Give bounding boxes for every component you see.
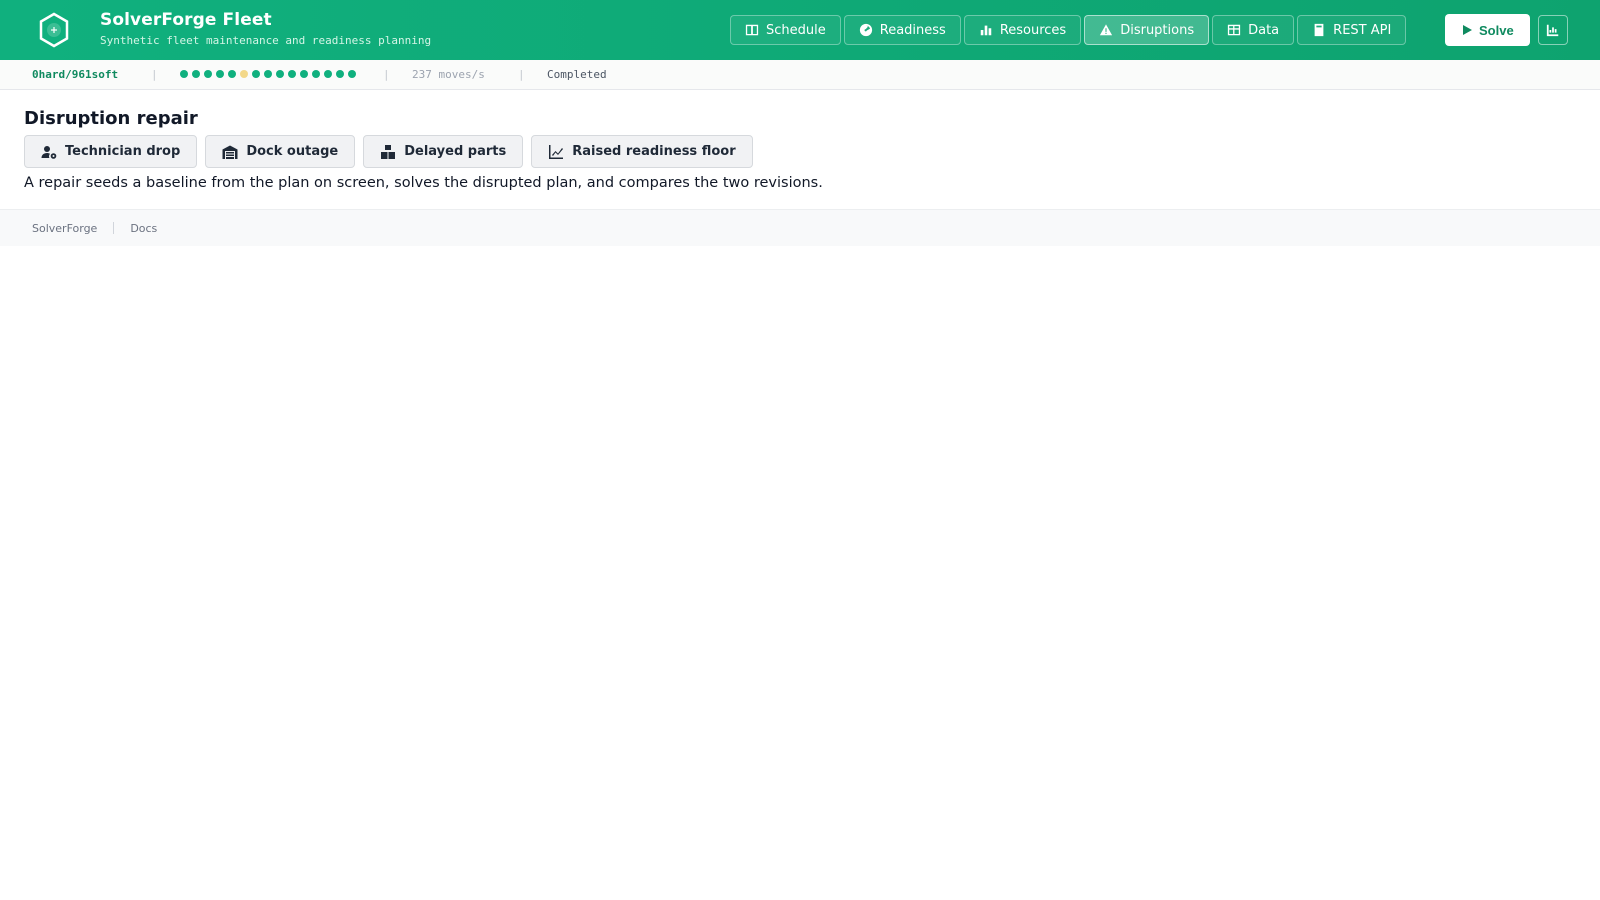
tab-disruptions[interactable]: Disruptions [1084, 15, 1210, 45]
app-title: SolverForge Fleet [100, 10, 272, 30]
progress-dot [312, 70, 320, 78]
hexagon-plus-icon [39, 12, 69, 48]
page-title: Disruption repair [24, 108, 198, 129]
app-footer: SolverForge Docs [0, 210, 1600, 246]
tab-label: Disruptions [1120, 22, 1195, 38]
chart-icon [1546, 24, 1559, 37]
progress-dot [348, 70, 356, 78]
tab-resources[interactable]: Resources [963, 15, 1082, 45]
solve-button[interactable]: Solve [1445, 14, 1530, 46]
tab-readiness[interactable]: Readiness [843, 15, 961, 45]
tab-label: Schedule [766, 22, 826, 38]
progress-dot [324, 70, 332, 78]
tab-label: REST API [1333, 22, 1392, 38]
main-nav: Schedule Readiness Resources Disruptions… [730, 15, 1407, 45]
action-label: Dock outage [246, 144, 339, 159]
status-divider: | [151, 68, 158, 81]
table-columns-icon [745, 24, 759, 36]
disruption-panel: Disruption repair Technician drop Dock o… [0, 90, 1600, 210]
tab-rest-api[interactable]: REST API [1297, 15, 1407, 45]
footer-link-docs[interactable]: Docs [130, 222, 157, 235]
table-icon [1227, 24, 1241, 36]
gauge-icon [859, 23, 872, 37]
app-subtitle: Synthetic fleet maintenance and readines… [100, 34, 432, 47]
warehouse-icon [222, 145, 238, 159]
book-icon [1314, 23, 1324, 37]
progress-dot [252, 70, 260, 78]
status-divider: | [383, 68, 390, 81]
moves-rate: 237 moves/s [412, 68, 485, 81]
brand: SolverForge Fleet Synthetic fleet mainte… [100, 10, 431, 47]
tab-label: Data [1248, 22, 1280, 38]
action-label: Delayed parts [404, 144, 507, 159]
solve-label: Solve [1479, 22, 1514, 38]
status-divider: | [518, 68, 525, 81]
progress-dot [240, 70, 248, 78]
progress-dot [336, 70, 344, 78]
progress-dot [228, 70, 236, 78]
tab-data[interactable]: Data [1212, 15, 1295, 45]
bar-chart-icon [980, 25, 992, 36]
play-icon [1463, 25, 1472, 35]
technician-drop-button[interactable]: Technician drop [24, 135, 198, 168]
progress-dot [276, 70, 284, 78]
progress-dot [264, 70, 272, 78]
solver-state: Completed [547, 68, 607, 81]
tab-label: Resources [999, 22, 1067, 38]
app-header: SolverForge Fleet Synthetic fleet mainte… [0, 0, 1600, 60]
user-gear-icon [41, 145, 57, 159]
action-label: Technician drop [65, 144, 181, 159]
progress-dot [180, 70, 188, 78]
analysis-button[interactable] [1538, 15, 1568, 45]
status-bar: 0hard/961soft | | 237 moves/s | Complete… [0, 60, 1600, 90]
progress-dot [288, 70, 296, 78]
delayed-parts-button[interactable]: Delayed parts [363, 135, 524, 168]
progress-dot [300, 70, 308, 78]
tab-schedule[interactable]: Schedule [730, 15, 841, 45]
progress-dot [204, 70, 212, 78]
progress-dots [180, 70, 356, 78]
raised-readiness-floor-button[interactable]: Raised readiness floor [531, 135, 753, 168]
dock-outage-button[interactable]: Dock outage [205, 135, 356, 168]
disruption-actions: Technician drop Dock outage Delayed part… [24, 135, 1576, 168]
progress-dot [216, 70, 224, 78]
tab-label: Readiness [879, 22, 946, 38]
boxes-icon [381, 144, 396, 159]
footer-divider [113, 222, 115, 234]
footer-link-solverforge[interactable]: SolverForge [32, 222, 97, 235]
score-readout: 0hard/961soft [32, 68, 119, 81]
line-chart-icon [549, 144, 564, 159]
action-label: Raised readiness floor [572, 144, 736, 159]
warning-triangle-icon [1100, 24, 1113, 36]
disruption-description: A repair seeds a baseline from the plan … [24, 175, 823, 191]
progress-dot [192, 70, 200, 78]
